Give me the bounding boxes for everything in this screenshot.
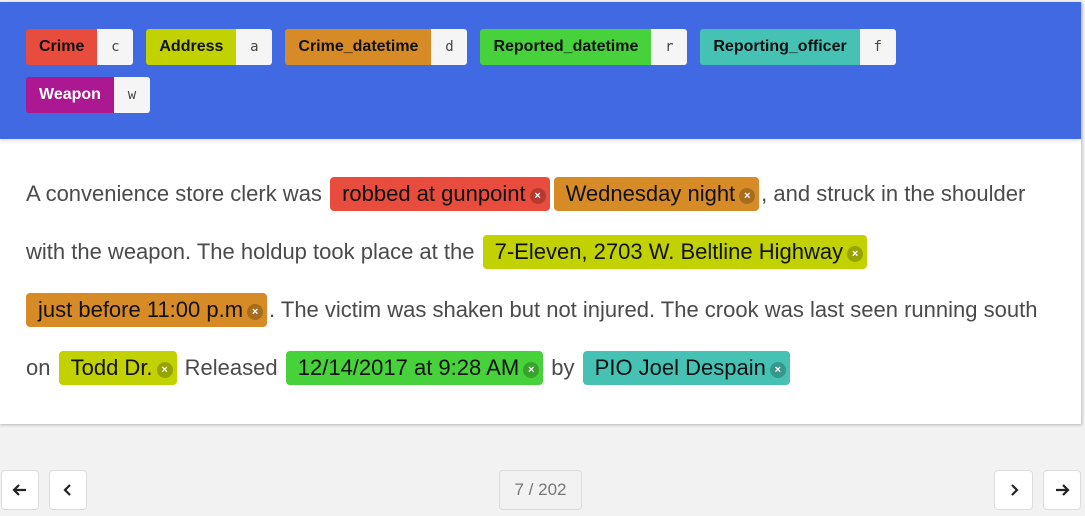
- next-page-button[interactable]: [994, 470, 1033, 510]
- label-button-crime-datetime[interactable]: Crime_datetime d: [285, 29, 468, 65]
- label-button-address[interactable]: Address a: [146, 29, 273, 65]
- entity-text: robbed at gunpoint: [342, 181, 526, 206]
- label-shortcut-key: w: [113, 77, 150, 113]
- entity-address[interactable]: 7-Eleven, 2703 W. Beltline Highway ×: [482, 235, 868, 269]
- entity-text: 7-Eleven, 2703 W. Beltline Highway: [494, 239, 844, 264]
- remove-entity-icon[interactable]: ×: [156, 362, 173, 378]
- entity-crime-datetime[interactable]: Wednesday night ×: [553, 177, 760, 211]
- label-shortcut-key: f: [859, 29, 896, 65]
- entity-address[interactable]: Todd Dr. ×: [58, 351, 177, 385]
- label-name: Address: [146, 29, 237, 65]
- page-indicator: 7 / 202: [499, 470, 582, 510]
- label-name: Reporting_officer: [700, 29, 860, 65]
- arrow-left-icon: [12, 484, 26, 496]
- label-button-weapon[interactable]: Weapon w: [26, 77, 150, 113]
- entity-text: PIO Joel Despain: [594, 355, 766, 380]
- first-page-button[interactable]: [1, 470, 39, 510]
- entity-text: Wednesday night: [565, 181, 736, 206]
- label-shortcut-key: r: [651, 29, 688, 65]
- chevron-right-icon: [1010, 484, 1019, 496]
- label-shortcut-key: a: [236, 29, 273, 65]
- annotated-text[interactable]: A convenience store clerk was robbed at …: [0, 139, 1081, 397]
- remove-entity-icon[interactable]: ×: [247, 304, 264, 320]
- label-shortcut-key: d: [431, 29, 468, 65]
- last-page-button[interactable]: [1043, 470, 1081, 510]
- entity-text: Todd Dr.: [70, 355, 153, 380]
- entity-text: just before 11:00 p.m: [38, 297, 244, 322]
- text-segment: by: [551, 355, 575, 380]
- label-button-reported-datetime[interactable]: Reported_datetime r: [480, 29, 688, 65]
- remove-entity-icon[interactable]: ×: [847, 246, 864, 262]
- entity-reported-datetime[interactable]: 12/14/2017 at 9:28 AM ×: [285, 351, 544, 385]
- entity-text: 12/14/2017 at 9:28 AM: [297, 355, 520, 380]
- remove-entity-icon[interactable]: ×: [529, 188, 546, 204]
- remove-entity-icon[interactable]: ×: [739, 188, 756, 204]
- label-button-crime[interactable]: Crime c: [26, 29, 134, 65]
- label-toolbar: Crime c Address a Crime_datetime d Repor…: [0, 2, 1081, 139]
- previous-page-button[interactable]: [49, 470, 87, 510]
- label-button-reporting-officer[interactable]: Reporting_officer f: [700, 29, 896, 65]
- text-segment: A convenience store clerk was: [26, 181, 322, 206]
- entity-reporting-officer[interactable]: PIO Joel Despain ×: [582, 351, 790, 385]
- arrow-right-icon: [1056, 484, 1070, 496]
- label-name: Crime: [26, 29, 98, 65]
- label-name: Weapon: [26, 77, 114, 113]
- remove-entity-icon[interactable]: ×: [769, 362, 786, 378]
- label-list: Crime c Address a Crime_datetime d Repor…: [26, 29, 1026, 125]
- label-shortcut-key: c: [97, 29, 134, 65]
- text-segment: Released: [184, 355, 278, 380]
- label-name: Reported_datetime: [480, 29, 652, 65]
- chevron-left-icon: [63, 484, 71, 496]
- remove-entity-icon[interactable]: ×: [523, 362, 540, 378]
- entity-crime-datetime[interactable]: just before 11:00 p.m ×: [26, 293, 268, 327]
- label-name: Crime_datetime: [285, 29, 432, 65]
- annotation-card: Crime c Address a Crime_datetime d Repor…: [0, 2, 1082, 424]
- entity-crime[interactable]: robbed at gunpoint ×: [330, 177, 550, 211]
